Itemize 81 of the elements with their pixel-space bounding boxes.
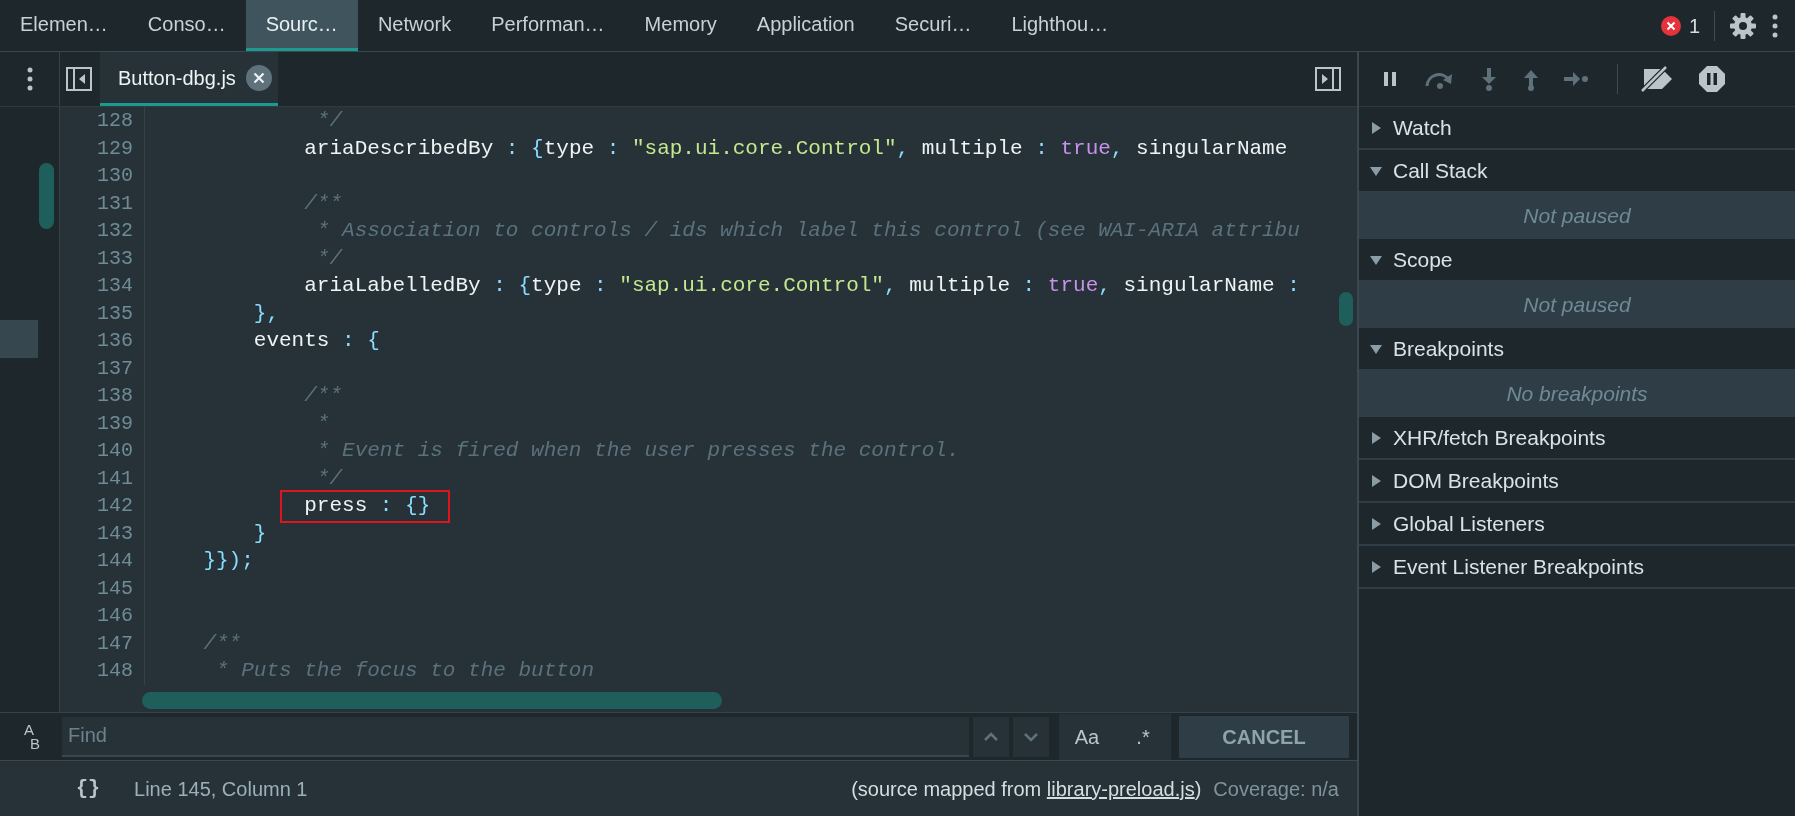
close-icon[interactable] (245, 64, 272, 91)
caret-icon[interactable] (1369, 559, 1383, 574)
scrollbar-thumb[interactable] (39, 163, 54, 229)
line-number: 138 (60, 382, 145, 410)
scrollbar-thumb[interactable] (142, 692, 722, 709)
replace-toggle[interactable]: A B (0, 714, 58, 759)
devtools-tab[interactable]: Application (736, 0, 875, 51)
code-line: * Association to controls / ids which label this control (see WAI-ARIA attribu (315, 218, 1300, 244)
code-line: events : { (252, 328, 380, 354)
line-number: 141 (60, 464, 145, 492)
coverage-text: Coverage: n/a (1213, 776, 1339, 802)
sidebar-toggle-icon[interactable] (66, 67, 92, 91)
find-field[interactable]: Find (62, 716, 969, 757)
source-map-text: (source mapped from library-preload.js) (851, 776, 1202, 802)
line-number: 143 (60, 519, 145, 547)
search-option-button[interactable]: Aa (1059, 713, 1115, 760)
next-match-button[interactable] (1013, 716, 1049, 757)
line-number: 129 (60, 134, 145, 162)
menu-icon[interactable] (1771, 13, 1779, 38)
line-number: 136 (60, 327, 145, 355)
empty-message: Not paused (1359, 193, 1795, 239)
devtools-tab[interactable]: Network (357, 0, 472, 51)
code-line: */ (315, 245, 343, 272)
devtools-tab[interactable]: Lighthou… (991, 0, 1129, 51)
line-number: 140 (60, 437, 145, 465)
cursor-position: Line 145, Column 1 (134, 776, 308, 802)
file-tab[interactable]: Button-dbg.js (100, 52, 278, 106)
line-number: 144 (60, 547, 145, 575)
code-line: * Puts the focus to the button (215, 658, 595, 684)
code-line: /** (202, 630, 242, 657)
pretty-print-button[interactable]: {} (76, 773, 100, 804)
code-line: /** (303, 383, 343, 409)
code-line: ariaDescribedBy : {type : "sap.ui.core.Control", multiple : true, singularName (303, 135, 1288, 162)
line-number: 133 (60, 244, 145, 272)
devtools-tab[interactable]: Elemen… (0, 0, 128, 51)
line-number: 146 (60, 602, 145, 630)
caret-icon[interactable] (1369, 516, 1383, 531)
line-number: 134 (60, 272, 145, 300)
step-icon[interactable] (1563, 69, 1589, 89)
code-line: }, (252, 300, 280, 327)
search-option-button[interactable]: .* (1115, 713, 1171, 760)
code-line: }}); (202, 548, 254, 574)
source-map-link[interactable]: library-preload.js (1046, 777, 1195, 800)
error-icon (1660, 15, 1681, 36)
line-number: 137 (60, 354, 145, 382)
code-line: * (315, 410, 330, 437)
line-number: 147 (60, 629, 145, 657)
line-number: 135 (60, 299, 145, 327)
caret-icon[interactable] (1369, 430, 1383, 445)
devtools-tab[interactable]: Sourc… (245, 0, 358, 51)
error-counter[interactable]: 1 (1660, 10, 1700, 41)
sidebar-toggle-icon[interactable] (1315, 67, 1341, 91)
code-line: */ (315, 465, 343, 492)
code-line: */ (315, 108, 343, 134)
empty-message: No breakpoints (1359, 371, 1795, 417)
line-number: 148 (60, 657, 145, 685)
devtools-tab[interactable]: Memory (624, 0, 737, 51)
caret-icon[interactable] (1369, 120, 1383, 135)
line-number: 132 (60, 217, 145, 245)
devtools-tab[interactable]: Performan… (471, 0, 625, 51)
line-number: 139 (60, 409, 145, 437)
devtools-tab[interactable]: Securi… (874, 0, 992, 51)
line-number: 130 (60, 162, 145, 190)
code-line: ariaLabelledBy : {type : "sap.ui.core.Control", multiple : true, singularName : (303, 273, 1300, 299)
line-number: 142 (60, 492, 145, 520)
pause-on-exceptions-icon[interactable] (1698, 65, 1726, 93)
previous-match-button[interactable] (973, 716, 1009, 757)
code-line: /** (303, 190, 343, 217)
code-line: } (252, 520, 267, 547)
scrollbar-thumb[interactable] (1339, 292, 1353, 326)
cancel-button[interactable]: CANCEL (1179, 715, 1349, 758)
empty-message: Not paused (1359, 282, 1795, 328)
caret-icon[interactable] (1369, 473, 1383, 488)
code-line: * Event is fired when the user presses the control. (315, 438, 960, 464)
settings-icon[interactable] (1729, 11, 1757, 40)
line-number: 128 (60, 107, 145, 135)
code-line: press : {} (303, 493, 431, 519)
line-number: 131 (60, 189, 145, 217)
devtools-tab[interactable]: Conso… (127, 0, 246, 51)
line-number: 145 (60, 574, 145, 602)
menu-icon[interactable] (25, 67, 34, 91)
